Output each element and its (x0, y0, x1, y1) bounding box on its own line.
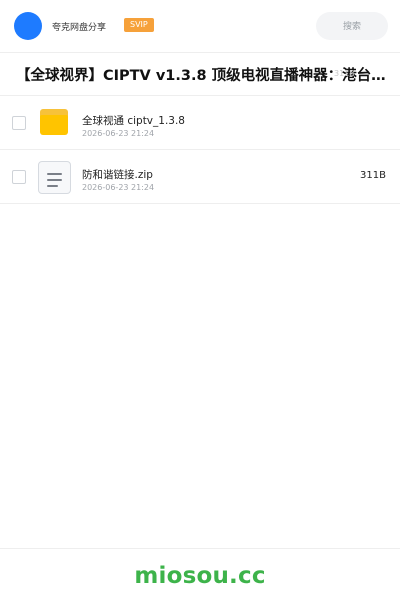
footer: miosou.cc (0, 548, 400, 601)
file-date: 2026-06-23 21:24 (82, 129, 155, 138)
file-size: 311B (360, 170, 386, 181)
file-row-zip[interactable]: 防和谐链接.zip 2026-06-23 21:24 311B (0, 150, 400, 204)
document-icon (38, 161, 71, 194)
brand-label: 夸克网盘分享 (52, 23, 107, 33)
total-size-label: 311B (334, 69, 355, 78)
file-row-folder[interactable]: 全球视通 ciptv_1.3.8 2026-06-23 21:24 (0, 96, 400, 150)
file-date: 2026-06-23 21:24 (82, 183, 155, 192)
search-input[interactable] (316, 12, 388, 40)
folder-icon (40, 109, 68, 135)
row-checkbox[interactable] (12, 116, 26, 130)
avatar[interactable] (14, 12, 42, 40)
row-checkbox[interactable] (12, 170, 26, 184)
file-name[interactable]: 防和谐链接.zip (82, 167, 153, 182)
svip-badge[interactable]: SVIP (124, 18, 154, 32)
watermark: miosou.cc (134, 563, 266, 589)
top-bar: 夸克网盘分享 SVIP (0, 0, 400, 53)
file-name[interactable]: 全球视通 ciptv_1.3.8 (82, 113, 185, 128)
share-title-row: 【全球视界】CIPTV v1.3.8 顶级电视直播神器：港台、… 311B (0, 53, 400, 96)
